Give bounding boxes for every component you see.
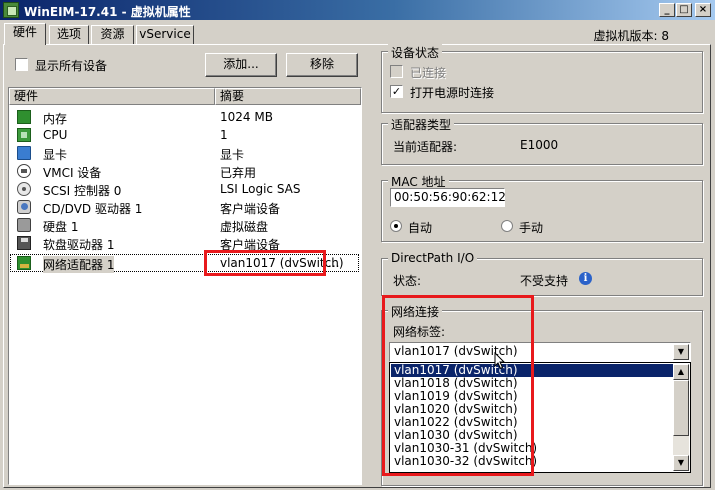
vm-version: 虚拟机版本: 8	[593, 29, 670, 43]
maximize-button[interactable]: □	[676, 3, 692, 17]
cpu-icon	[17, 128, 31, 142]
row-summary: 客户端设备	[220, 202, 281, 216]
tab-vservice[interactable]: vService	[136, 25, 194, 44]
hardware-list-header: 硬件 摘要	[9, 88, 361, 105]
directpath-title: DirectPath I/O	[388, 251, 478, 265]
table-row[interactable]: 硬盘 1 虚拟磁盘	[10, 216, 359, 234]
network-label-select[interactable]: vlan1017 (dvSwitch) ▼	[389, 342, 691, 362]
row-summary: 1024 MB	[220, 110, 273, 124]
add-button[interactable]: 添加...	[205, 53, 277, 77]
mac-manual-label: 手动	[519, 221, 544, 235]
connected-label: 已连接	[410, 66, 447, 80]
row-hardware-name: 软盘驱动器 1	[43, 238, 115, 252]
row-hardware-name: 网络适配器 1	[43, 256, 115, 273]
network-label-dropdown-list: vlan1017 (dvSwitch) vlan1018 (dvSwitch) …	[389, 362, 691, 473]
memory-icon	[17, 110, 31, 124]
network-adapter-icon	[17, 256, 31, 270]
connect-at-power-on-label: 打开电源时连接	[410, 86, 495, 100]
network-connection-title: 网络连接	[388, 303, 443, 320]
table-row[interactable]: 内存 1024 MB	[10, 108, 359, 126]
column-header-summary[interactable]: 摘要	[215, 88, 361, 105]
directpath-status-value: 不受支持	[520, 274, 569, 288]
show-all-devices-label: 显示所有设备	[35, 59, 108, 73]
tab-options[interactable]: 选项	[49, 25, 89, 44]
title-bar: WinEIM-17.41 - 虚拟机属性 _ □ ×	[0, 0, 715, 20]
row-summary: 已弃用	[220, 166, 257, 180]
row-summary: 客户端设备	[220, 238, 281, 252]
row-summary: 显卡	[220, 148, 245, 162]
device-status-group: 设备状态	[381, 44, 703, 113]
directpath-status-label: 状态:	[393, 274, 422, 288]
close-button[interactable]: ×	[695, 3, 711, 17]
row-summary: 1	[220, 128, 228, 142]
table-row[interactable]: CPU 1	[10, 126, 359, 144]
row-summary-ellipsis: ...	[328, 256, 340, 270]
show-all-devices-checkbox[interactable]	[15, 58, 28, 71]
dropdown-scrollbar[interactable]: ▲ ▼	[673, 364, 689, 471]
window-title: WinEIM-17.41 - 虚拟机属性	[24, 5, 191, 19]
scroll-down-icon[interactable]: ▼	[673, 455, 689, 471]
scrollbar-thumb[interactable]	[673, 380, 689, 436]
row-hardware-name: 显卡	[43, 148, 68, 162]
video-card-icon	[17, 146, 31, 160]
table-row[interactable]: VMCI 设备 已弃用	[10, 162, 359, 180]
row-summary: 虚拟磁盘	[220, 220, 269, 234]
mouse-cursor-icon	[494, 352, 506, 370]
mac-manual-radio[interactable]	[501, 220, 513, 232]
tab-resources[interactable]: 资源	[91, 25, 134, 44]
column-header-hardware[interactable]: 硬件	[9, 88, 215, 105]
hardware-list: 硬件 摘要 内存 1024 MB CPU 1 显卡 显卡 VMCI 设备 已弃用…	[8, 87, 362, 485]
scsi-controller-icon	[17, 182, 31, 196]
network-label-caption: 网络标签:	[393, 325, 446, 339]
vm-icon	[3, 2, 19, 18]
hard-disk-icon	[17, 218, 31, 232]
row-summary: LSI Logic SAS	[220, 182, 301, 196]
minimize-button[interactable]: _	[659, 3, 675, 17]
current-adapter-label: 当前适配器:	[393, 140, 458, 154]
row-summary: vlan1017 (dvSwitch)	[220, 256, 344, 270]
table-row[interactable]: SCSI 控制器 0 LSI Logic SAS	[10, 180, 359, 198]
mac-address-field[interactable]: 00:50:56:90:62:12	[390, 188, 506, 207]
info-icon[interactable]: i	[579, 272, 592, 285]
vmci-device-icon	[17, 164, 31, 178]
current-adapter-value: E1000	[520, 138, 559, 152]
connected-checkbox[interactable]	[390, 65, 403, 78]
row-hardware-name: 内存	[43, 112, 68, 126]
scroll-up-icon[interactable]: ▲	[673, 364, 689, 380]
row-hardware-name: VMCI 设备	[43, 166, 102, 180]
mac-auto-radio[interactable]	[390, 220, 402, 232]
row-hardware-name: CPU	[43, 128, 68, 142]
row-hardware-name: 硬盘 1	[43, 220, 79, 234]
tab-hardware[interactable]: 硬件	[4, 23, 46, 45]
row-hardware-name: SCSI 控制器 0	[43, 184, 122, 198]
table-row[interactable]: 软盘驱动器 1 客户端设备	[10, 234, 359, 252]
connect-at-power-on-checkbox[interactable]: ✓	[390, 85, 403, 98]
floppy-drive-icon	[17, 236, 31, 250]
table-row[interactable]: 显卡 显卡	[10, 144, 359, 162]
table-row-selected[interactable]: 网络适配器 1 vlan1017 (dvSwitch) ...	[10, 254, 359, 273]
table-row[interactable]: CD/DVD 驱动器 1 客户端设备	[10, 198, 359, 216]
row-hardware-name: CD/DVD 驱动器 1	[43, 202, 143, 216]
remove-button[interactable]: 移除	[286, 53, 358, 77]
cd-dvd-drive-icon	[17, 200, 31, 214]
dropdown-option[interactable]: vlan1030-32 (dvSwitch)	[391, 455, 673, 468]
chevron-down-icon[interactable]: ▼	[673, 344, 689, 360]
adapter-type-title: 适配器类型	[388, 116, 455, 133]
device-status-title: 设备状态	[388, 44, 443, 61]
mac-auto-label: 自动	[408, 221, 433, 235]
